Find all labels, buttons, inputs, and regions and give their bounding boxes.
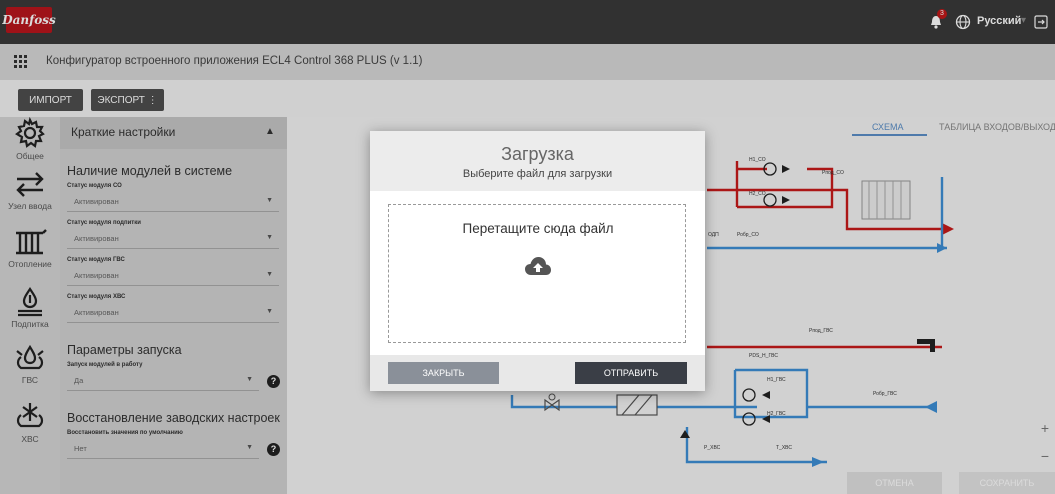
send-button[interactable]: ОТПРАВИТЬ: [575, 362, 687, 384]
file-drop-zone[interactable]: Перетащите сюда файл: [388, 204, 686, 343]
dialog-subtitle: Выберите файл для загрузки: [462, 168, 613, 180]
close-button[interactable]: ЗАКРЫТЬ: [388, 362, 499, 384]
drop-zone-text: Перетащите сюда файл: [462, 221, 614, 236]
dialog-title: Загрузка: [501, 144, 574, 164]
dialog-header: Загрузка Выберите файл для загрузки: [370, 131, 705, 191]
upload-dialog: Загрузка Выберите файл для загрузки Пере…: [370, 131, 705, 391]
cloud-upload-icon: [525, 257, 551, 275]
